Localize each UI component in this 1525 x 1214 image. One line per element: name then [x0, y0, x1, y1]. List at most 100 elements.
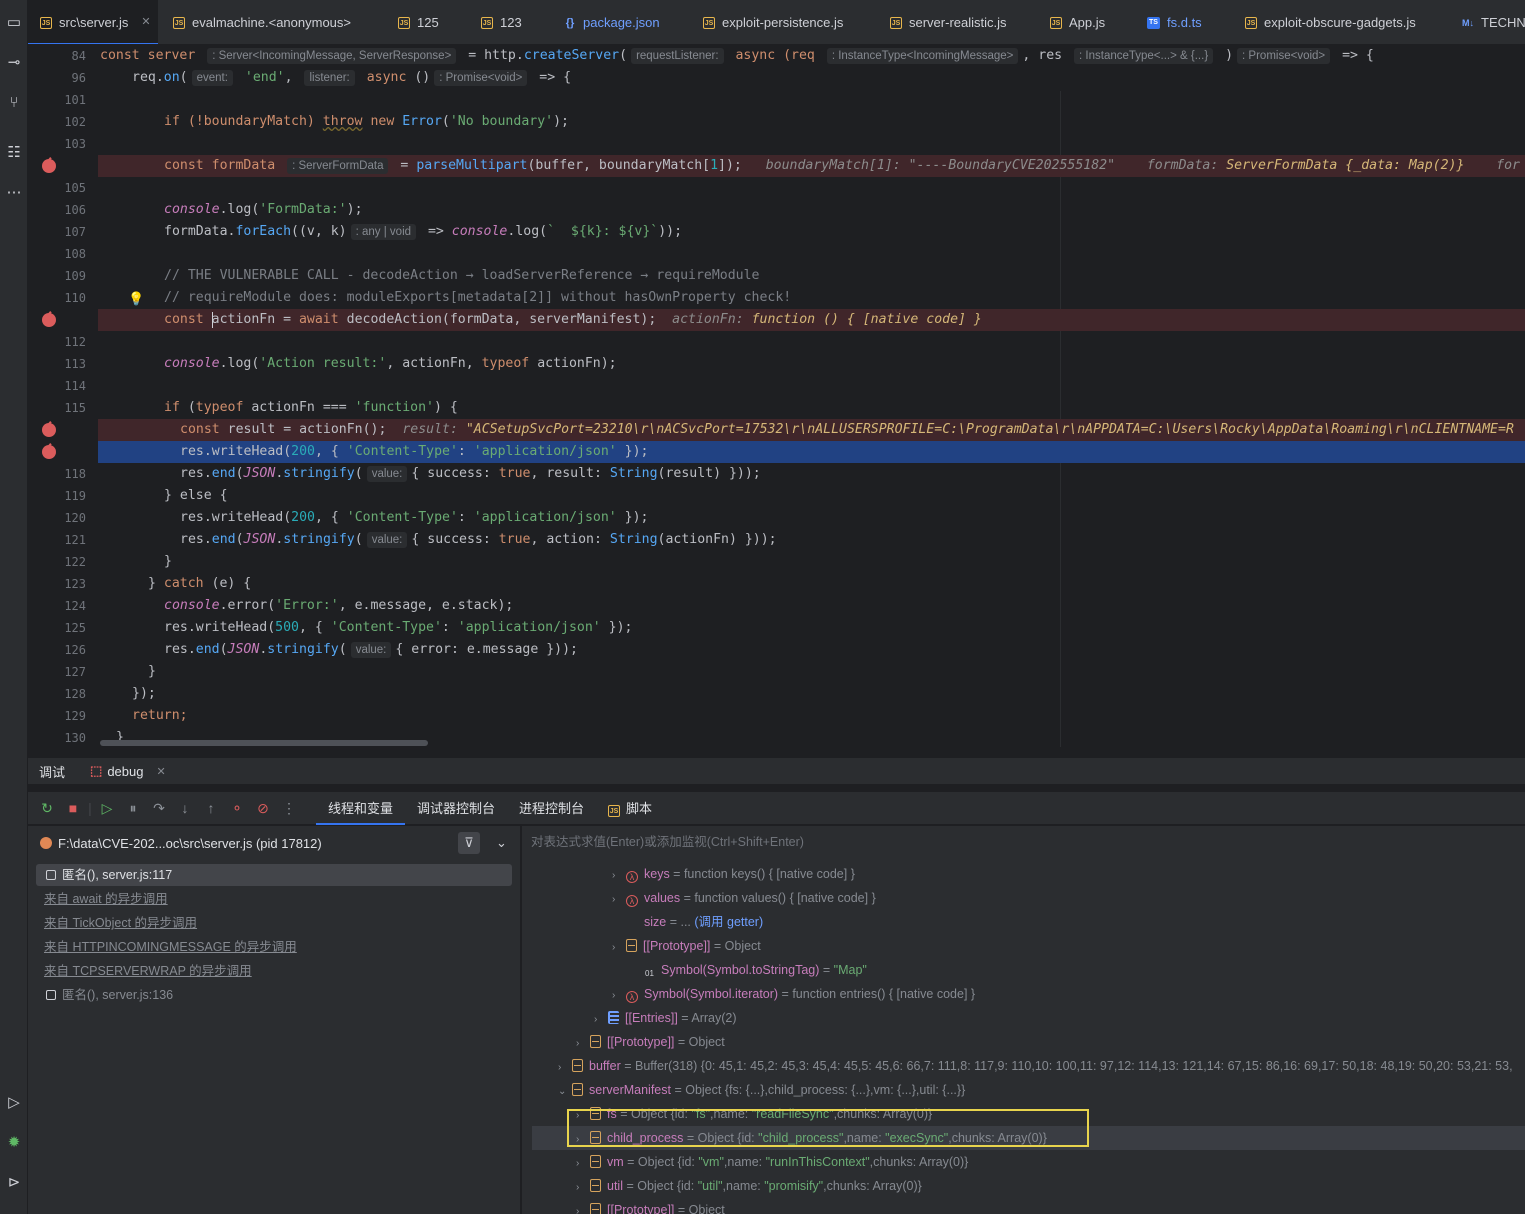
variable-row[interactable]: › λ keys = function keys() { [native code]… [612, 862, 855, 886]
chevron-right-icon[interactable]: › [576, 1176, 590, 1200]
line-number[interactable]: 102 [28, 111, 90, 133]
line-number[interactable] [28, 419, 90, 441]
line-number[interactable]: 114 [28, 375, 90, 397]
async-stack-link[interactable]: 来自 TickObject 的异步调用 [36, 912, 512, 934]
process-selector[interactable]: F:\data\CVE-202...oc\src\server.js (pid … [28, 830, 521, 856]
line-number[interactable]: 109 [28, 265, 90, 287]
chevron-right-icon[interactable]: › [612, 864, 626, 888]
chevron-right-icon[interactable]: › [576, 1152, 590, 1176]
pause-icon[interactable]: ⏸ [120, 795, 146, 821]
variable-row[interactable]: › vm = Object {id: "vm",name: "runInThisC… [576, 1150, 968, 1174]
line-number[interactable]: 123 [28, 573, 90, 595]
async-stack-link[interactable]: 来自 HTTPINCOMINGMESSAGE 的异步调用 [36, 936, 512, 958]
line-number[interactable]: 125 [28, 617, 90, 639]
chevron-right-icon[interactable]: › [558, 1056, 572, 1080]
variable-row[interactable]: › [[Entries]] = Array(2) [594, 1006, 737, 1030]
step-out-icon[interactable]: ↑ [198, 795, 224, 821]
editor-tab[interactable]: JS App.js [1038, 0, 1133, 44]
line-number[interactable] [28, 309, 90, 331]
close-icon[interactable]: ✕ [156, 765, 165, 778]
variable-row[interactable]: ⌄ serverManifest = Object {fs: {...},chil… [558, 1078, 965, 1102]
chevron-right-icon[interactable]: › [612, 936, 626, 960]
chevron-right-icon[interactable]: › [612, 984, 626, 1008]
line-number[interactable]: 110 [28, 287, 90, 309]
variable-row[interactable]: 01 Symbol(Symbol.toStringTag) = "Map" [630, 958, 867, 982]
line-number[interactable] [28, 441, 90, 463]
close-icon[interactable]: ✕ [141, 0, 150, 44]
editor-tab[interactable]: JS server-realistic.js [878, 0, 1036, 44]
line-number[interactable]: 115 [28, 397, 90, 419]
step-over-icon[interactable]: ↷ [146, 795, 172, 821]
editor-tab[interactable]: JS exploit-persistence.js [691, 0, 876, 44]
variable-row[interactable]: › λ values = function values() { [native c… [612, 886, 876, 910]
chevron-right-icon[interactable]: › [576, 1032, 590, 1056]
line-number[interactable]: 122 [28, 551, 90, 573]
more-icon[interactable]: ⋯ [3, 182, 25, 204]
structure-icon[interactable]: ☷ [3, 142, 25, 164]
editor-tab[interactable]: JS src\server.js ✕ [28, 0, 158, 44]
line-number[interactable]: 105 [28, 177, 90, 199]
line-number[interactable]: 120 [28, 507, 90, 529]
editor-tab[interactable]: M↓ TECHN [1450, 0, 1525, 44]
line-number[interactable]: 127 [28, 661, 90, 683]
debug-panel-tab[interactable]: 调试器控制台 [405, 792, 507, 825]
line-number[interactable]: 112 [28, 331, 90, 353]
resume-icon[interactable]: ▷ [94, 795, 120, 821]
variable-row[interactable]: › [[Prototype]] = Object [576, 1030, 725, 1054]
debug-icon[interactable]: ✹ [3, 1132, 25, 1154]
debug-panel-tab[interactable]: 线程和变量 [316, 792, 406, 825]
more-options-icon[interactable]: ⋮ [276, 795, 302, 821]
mute-breakpoints-icon[interactable]: ⊘ [250, 795, 276, 821]
sticky-header-line[interactable]: 84 const server : Server<IncomingMessage… [28, 45, 1525, 67]
rerun-icon[interactable]: ↻ [34, 795, 60, 821]
variable-row[interactable]: › util = Object {id: "util",name: "promis… [576, 1174, 922, 1198]
run-icon[interactable]: ▷ [3, 1092, 25, 1114]
chevron-down-icon[interactable]: ⌄ [558, 1080, 572, 1104]
code-editor[interactable]: 84 const server : Server<IncomingMessage… [28, 45, 1525, 748]
chevron-right-icon[interactable]: › [594, 1008, 608, 1032]
view-breakpoints-icon[interactable]: ⚬ [224, 795, 250, 821]
line-number[interactable]: 119 [28, 485, 90, 507]
variable-row[interactable]: › [[Prototype]] = Object [576, 1198, 725, 1214]
chevron-right-icon[interactable]: › [576, 1200, 590, 1214]
filter-icon[interactable]: ⊽ [458, 832, 480, 854]
sticky-header-line[interactable]: 96 req.on(event: 'end', listener: async … [28, 67, 1525, 89]
variable-row[interactable]: › [[Prototype]] = Object [612, 934, 761, 958]
editor-tab[interactable]: TS fs.d.ts [1135, 0, 1230, 44]
pull-requests-icon[interactable]: ⑂ [3, 92, 25, 114]
debug-config-tab[interactable]: ⬚ debug ✕ [90, 763, 166, 779]
evaluate-expression-input[interactable]: 对表达式求值(Enter)或添加监视(Ctrl+Shift+Enter) [522, 826, 1525, 858]
line-number[interactable]: 113 [28, 353, 90, 375]
line-number[interactable] [28, 155, 90, 177]
chevron-down-icon[interactable]: ⌄ [496, 832, 507, 854]
editor-tab[interactable]: JS 123 [469, 0, 549, 44]
step-into-icon[interactable]: ↓ [172, 795, 198, 821]
variable-row[interactable]: size = ... (调用 getter) [630, 910, 763, 934]
line-number[interactable]: 101 [28, 89, 90, 111]
line-number[interactable]: 103 [28, 133, 90, 155]
debug-panel-tab[interactable]: 进程控制台 [507, 792, 596, 825]
line-number[interactable]: 130 [28, 727, 90, 748]
editor-tab[interactable]: JS evalmachine.<anonymous> [161, 0, 381, 44]
editor-tab[interactable]: {} package.json [552, 0, 688, 44]
horizontal-scrollbar[interactable] [100, 740, 428, 746]
line-number[interactable]: 129 [28, 705, 90, 727]
line-number[interactable]: 108 [28, 243, 90, 265]
services-icon[interactable]: ⊳ [3, 1172, 25, 1194]
line-number[interactable]: 118 [28, 463, 90, 485]
chevron-right-icon[interactable]: › [612, 888, 626, 912]
editor-tab[interactable]: JS exploit-obscure-gadgets.js [1233, 0, 1445, 44]
stack-frame[interactable]: 匿名(), server.js:117 [36, 864, 512, 886]
line-number[interactable]: 126 [28, 639, 90, 661]
commit-icon[interactable]: ⊸ [3, 52, 25, 74]
lightbulb-icon[interactable]: 💡 [128, 291, 144, 307]
async-stack-link[interactable]: 来自 TCPSERVERWRAP 的异步调用 [36, 960, 512, 982]
variable-row[interactable]: › λ Symbol(Symbol.iterator) = function ent… [612, 982, 975, 1006]
line-number[interactable]: 121 [28, 529, 90, 551]
folder-icon[interactable]: ▭ [3, 12, 25, 34]
editor-tab[interactable]: JS 125 [386, 0, 466, 44]
line-number[interactable]: 124 [28, 595, 90, 617]
stop-icon[interactable]: ■ [60, 795, 86, 821]
stack-frame[interactable]: 匿名(), server.js:136 [36, 984, 512, 1006]
line-number[interactable]: 107 [28, 221, 90, 243]
